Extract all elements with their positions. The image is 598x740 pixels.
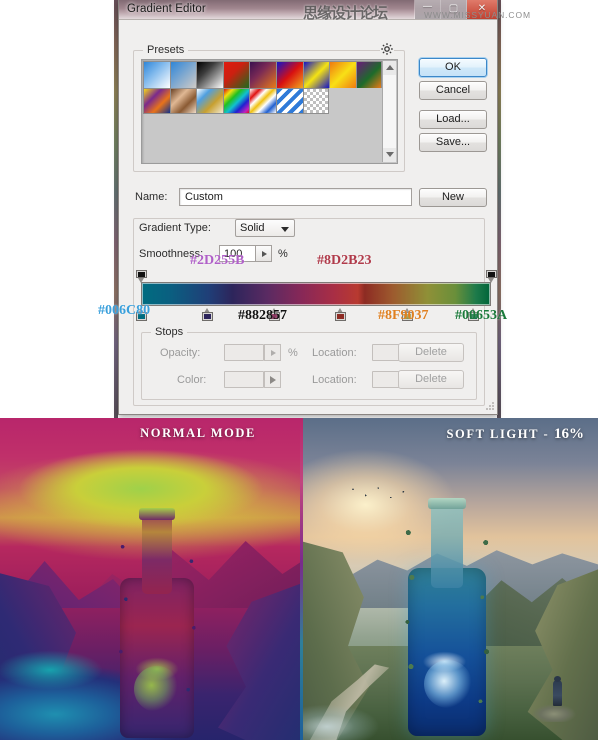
preset-swatch-chrome[interactable] bbox=[196, 87, 223, 115]
color-picker-button[interactable] bbox=[264, 371, 281, 388]
opacity-stepper[interactable] bbox=[264, 344, 281, 361]
scroll-down-button[interactable] bbox=[383, 148, 396, 162]
opacity-stop-end[interactable] bbox=[485, 270, 497, 283]
resize-grip-icon[interactable] bbox=[483, 400, 495, 412]
smoothness-stepper[interactable] bbox=[255, 245, 272, 262]
preset-swatch-blue-red-yellow[interactable] bbox=[275, 61, 303, 88]
preset-swatch-violet-orange[interactable] bbox=[249, 61, 276, 88]
gradient-type-label: Gradient Type: bbox=[139, 222, 211, 234]
scroll-down-arrow-icon bbox=[386, 152, 394, 157]
smoothness-percent-label: % bbox=[278, 248, 288, 260]
preset-swatch-violet-green-orange[interactable] bbox=[355, 61, 383, 88]
watermark-chinese: 思缘设计论坛 bbox=[303, 4, 388, 22]
delete-opacity-stop-button[interactable]: Delete bbox=[398, 343, 464, 362]
opacity-stop-chip bbox=[137, 272, 145, 277]
stops-label: Stops bbox=[151, 326, 188, 338]
stops-group: Stops Opacity: % Location: % Delete Colo… bbox=[141, 326, 477, 400]
normal-mode-image: NORMAL MODE bbox=[0, 418, 300, 740]
gradient-type-value: Solid bbox=[240, 222, 265, 234]
opacity-stop-start[interactable] bbox=[135, 270, 147, 283]
preset-swatch-foreground-to-background[interactable] bbox=[143, 61, 170, 88]
preset-swatch-spectrum[interactable] bbox=[222, 87, 250, 115]
preset-row-2 bbox=[143, 87, 383, 115]
soft-light-label: SOFT LIGHT - 16% bbox=[446, 426, 584, 443]
right-waterfall bbox=[300, 692, 390, 740]
preset-row-1 bbox=[143, 61, 383, 88]
gradient-name-input[interactable]: Custom bbox=[179, 188, 412, 206]
preset-swatch-neutral-density[interactable] bbox=[302, 87, 330, 115]
presets-group: Presets bbox=[133, 42, 405, 172]
watermark-url: WWW.MISSYUAN.COM bbox=[424, 10, 531, 20]
color-stop-4[interactable] bbox=[335, 308, 346, 322]
location-label-opacity: Location: bbox=[312, 347, 357, 359]
opacity-label: Opacity: bbox=[160, 347, 201, 359]
gradient-editor-dialog: Gradient Editor — ▢ ✕ Presets OK Cancel … bbox=[118, 0, 498, 415]
preset-swatch-black-white[interactable] bbox=[196, 61, 223, 88]
scroll-up-arrow-icon bbox=[386, 65, 394, 70]
gradient-type-select[interactable]: Solid bbox=[235, 219, 295, 237]
hex-label-8f9037: #8F9037 bbox=[378, 308, 429, 323]
comparison-images: NORMAL MODE SOFT LIGHT - 16% bbox=[0, 418, 598, 740]
soft-light-percent: 16% bbox=[554, 426, 584, 442]
preset-swatch-orange-yellow-orange[interactable] bbox=[329, 61, 356, 88]
color-stop-chip bbox=[204, 314, 211, 319]
color-swatch-input[interactable] bbox=[224, 371, 264, 388]
preset-swatch-red-green[interactable] bbox=[222, 61, 250, 88]
location-label-color: Location: bbox=[312, 374, 357, 386]
right-figure bbox=[553, 676, 562, 706]
preset-swatch-blue-yellow-blue[interactable] bbox=[302, 61, 330, 88]
normal-mode-label: NORMAL MODE bbox=[140, 426, 256, 440]
dialog-title: Gradient Editor bbox=[127, 3, 206, 15]
preset-swatch-copper[interactable] bbox=[169, 87, 197, 115]
right-image-left-edge bbox=[300, 418, 303, 740]
right-bottle-ivy bbox=[403, 493, 491, 740]
scrollbar-track[interactable] bbox=[383, 75, 396, 148]
preset-swatch-transparent-stripes[interactable] bbox=[275, 87, 303, 115]
save-button[interactable]: Save... bbox=[419, 133, 487, 152]
hex-label-8d2b23: #8D2B23 bbox=[317, 253, 372, 268]
left-bottle-ivy bbox=[116, 504, 198, 740]
opacity-percent-label: % bbox=[288, 347, 298, 359]
dialog-body: Presets OK Cancel Load... Save... New Na… bbox=[119, 20, 497, 414]
opacity-input[interactable] bbox=[224, 344, 264, 361]
ok-button[interactable]: OK bbox=[419, 58, 487, 77]
color-stop-chip bbox=[337, 314, 344, 319]
gradient-preview-bar[interactable] bbox=[141, 282, 491, 306]
preset-swatch-yellow-violet-orange-blue[interactable] bbox=[143, 87, 170, 115]
color-label: Color: bbox=[177, 374, 207, 386]
gear-icon[interactable] bbox=[380, 42, 394, 56]
preset-swatch-transparent-rainbow[interactable] bbox=[249, 87, 276, 115]
scroll-up-button[interactable] bbox=[383, 61, 396, 75]
soft-light-image: SOFT LIGHT - 16% bbox=[300, 418, 598, 740]
new-button[interactable]: New bbox=[419, 188, 487, 207]
cancel-button[interactable]: Cancel bbox=[419, 81, 487, 100]
load-button[interactable]: Load... bbox=[419, 110, 487, 129]
soft-light-label-text: SOFT LIGHT - bbox=[446, 427, 554, 441]
preset-swatch-grid bbox=[143, 61, 383, 162]
preset-swatch-foreground-to-transparent[interactable] bbox=[169, 61, 197, 88]
presets-label: Presets bbox=[143, 44, 189, 56]
left-teal-glow bbox=[0, 640, 110, 700]
left-bottle bbox=[116, 504, 198, 740]
right-bottle bbox=[403, 493, 491, 740]
chevron-down-icon bbox=[281, 227, 289, 232]
document-canvas-area: Gradient Editor — ▢ ✕ Presets OK Cancel … bbox=[0, 0, 598, 418]
color-stop-2[interactable] bbox=[202, 308, 213, 322]
opacity-stop-pointer bbox=[137, 278, 144, 283]
delete-color-stop-button[interactable]: Delete bbox=[398, 370, 464, 389]
hex-label-2d255b: #2D255B bbox=[190, 253, 245, 268]
hex-label-006c80: #006C80 bbox=[98, 303, 151, 318]
hex-label-00653a: #00653A bbox=[455, 308, 508, 323]
presets-scrollbar[interactable] bbox=[382, 61, 396, 162]
hex-label-882857: #882857 bbox=[238, 308, 287, 323]
name-label: Name: bbox=[135, 191, 168, 203]
opacity-stop-chip bbox=[487, 272, 495, 277]
opacity-stop-pointer bbox=[487, 278, 494, 283]
presets-well bbox=[141, 59, 398, 164]
